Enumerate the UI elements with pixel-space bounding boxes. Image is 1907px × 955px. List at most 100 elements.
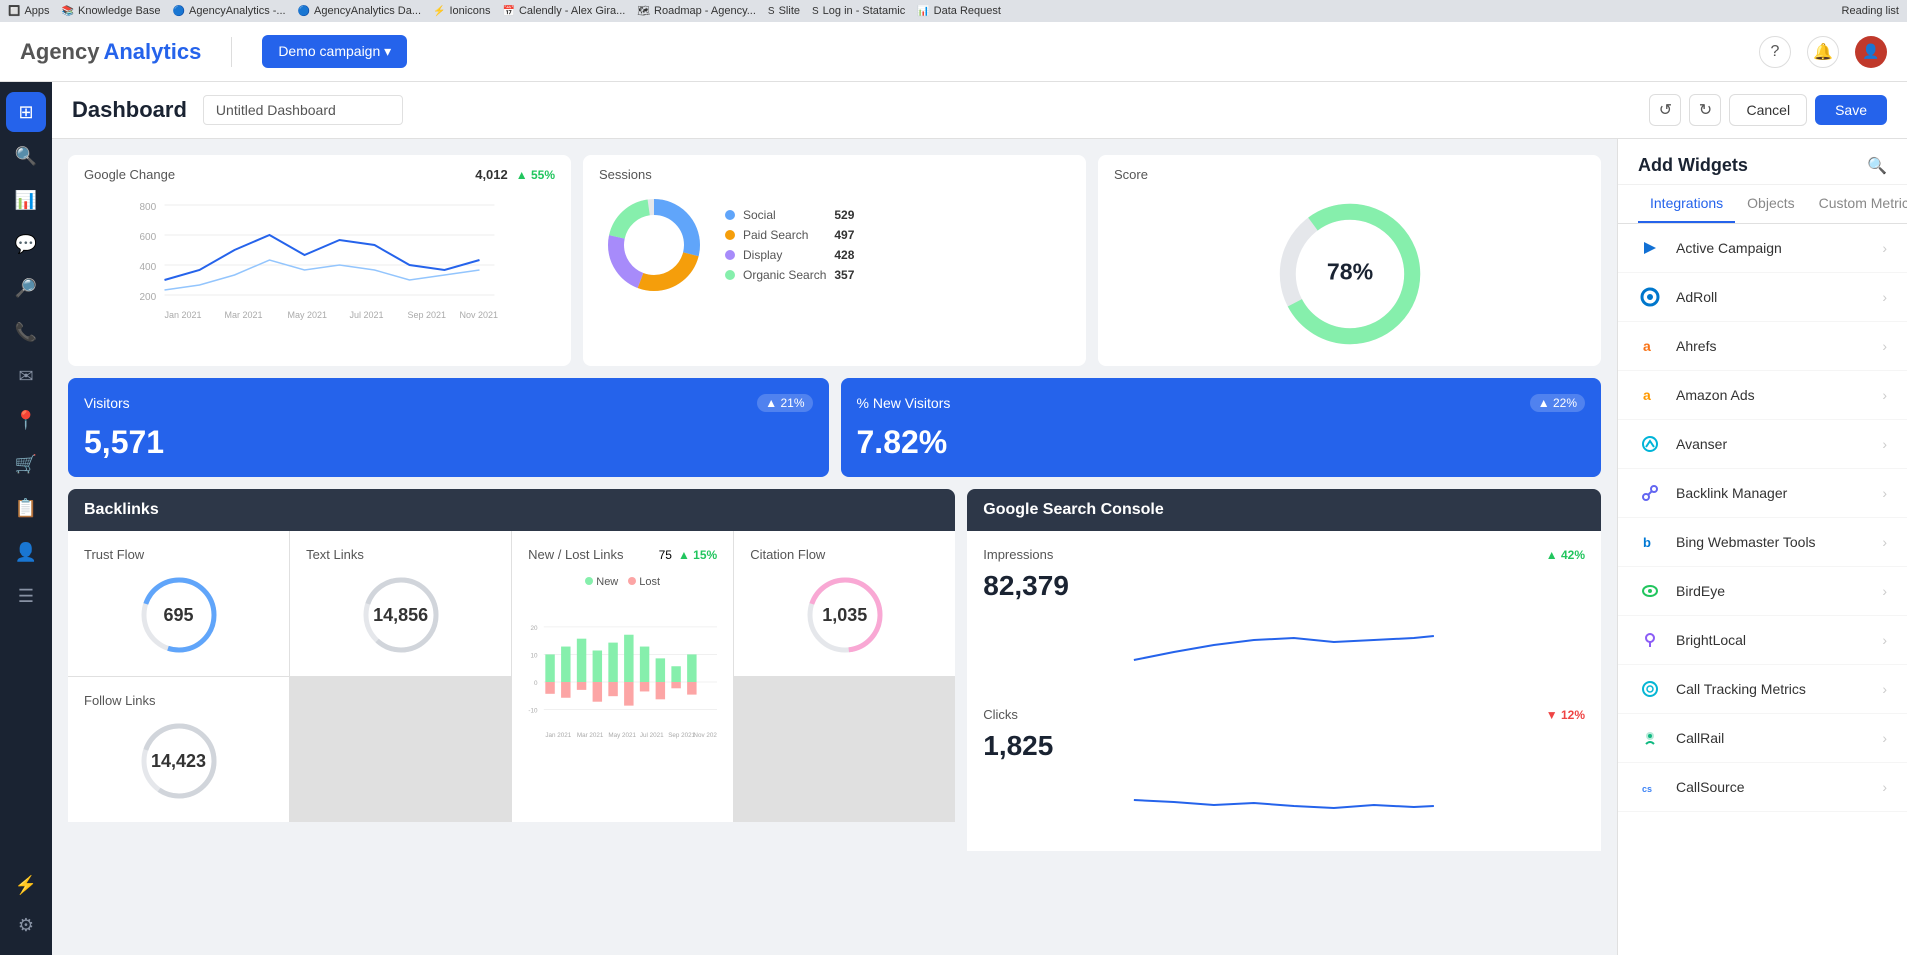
svg-text:200: 200	[140, 292, 157, 303]
sessions-card: Sessions	[583, 155, 1086, 366]
sidebar-item-messages[interactable]: 💬	[6, 224, 46, 264]
legend-paid-label: Paid Search	[743, 228, 808, 242]
integration-avanser[interactable]: Avanser ›	[1618, 420, 1907, 469]
widgets-search-icon[interactable]: 🔍	[1867, 156, 1887, 176]
redo-button[interactable]: ↻	[1689, 94, 1721, 126]
browser-tab-roadmap[interactable]: 🗺 Roadmap - Agency...	[637, 5, 756, 17]
integration-adroll[interactable]: AdRoll ›	[1618, 273, 1907, 322]
svg-text:Mar 2021: Mar 2021	[577, 732, 604, 739]
sidebar-item-commerce[interactable]: 🛒	[6, 444, 46, 484]
bing-chevron: ›	[1882, 534, 1887, 550]
browser-tab-slite[interactable]: S Slite	[768, 5, 800, 17]
save-button[interactable]: Save	[1815, 95, 1887, 125]
browser-tab-aa2[interactable]: 🔵 AgencyAnalytics Da...	[298, 5, 421, 17]
follow-links-circle: 14,423	[134, 716, 224, 806]
undo-button[interactable]: ↺	[1649, 94, 1681, 126]
new-lost-value: 75	[659, 548, 672, 562]
new-visitors-card: % New Visitors ▲ 22% 7.82%	[841, 378, 1602, 477]
integration-active-campaign[interactable]: Active Campaign ›	[1618, 224, 1907, 273]
browser-tab-datarequest[interactable]: 📊 Data Request	[917, 5, 1001, 17]
sidebar-item-flash[interactable]: ⚡	[6, 865, 46, 905]
sidebar-item-calls[interactable]: 📞	[6, 312, 46, 352]
browser-tab-calendly[interactable]: 📅 Calendly - Alex Gira...	[502, 5, 625, 17]
integration-ahrefs[interactable]: a Ahrefs ›	[1618, 322, 1907, 371]
integration-bing[interactable]: b Bing Webmaster Tools ›	[1618, 518, 1907, 567]
sidebar-item-analytics[interactable]: 🔎	[6, 268, 46, 308]
google-change-value: 4,012	[475, 167, 508, 182]
legend-display-value: 428	[834, 248, 854, 262]
new-lost-chart: 20 10 0 -10	[528, 602, 717, 762]
demo-campaign-button[interactable]: Demo campaign ▾	[262, 35, 407, 68]
svg-text:Jul 2021: Jul 2021	[640, 732, 664, 739]
browser-tab-statamic[interactable]: S Log in - Statamic	[812, 5, 905, 17]
callrail-icon	[1638, 726, 1662, 750]
svg-text:800: 800	[140, 202, 157, 213]
browser-tab-aa1[interactable]: 🔵 AgencyAnalytics -...	[173, 5, 286, 17]
active-campaign-chevron: ›	[1882, 240, 1887, 256]
content-area: Dashboard ↺ ↻ Cancel Save	[52, 82, 1907, 955]
integration-callrail[interactable]: CallRail ›	[1618, 714, 1907, 763]
birdeye-chevron: ›	[1882, 583, 1887, 599]
gsc-impressions-card: Impressions ▲ 42% 82,379	[967, 531, 1601, 691]
sidebar-item-settings[interactable]: ⚙	[6, 905, 46, 945]
ahrefs-icon: a	[1638, 334, 1662, 358]
backlink-manager-chevron: ›	[1882, 485, 1887, 501]
notifications-button[interactable]: 🔔	[1807, 36, 1839, 68]
gsc-clicks-badge: ▼ 12%	[1546, 708, 1585, 722]
amazon-name: Amazon Ads	[1676, 387, 1868, 403]
svg-text:cs: cs	[1642, 784, 1652, 794]
impressions-chart	[983, 610, 1585, 670]
follow-links-value: 14,423	[134, 716, 224, 806]
integration-callsource[interactable]: cs CallSource ›	[1618, 763, 1907, 812]
integration-birdeye[interactable]: BirdEye ›	[1618, 567, 1907, 616]
svg-text:May 2021: May 2021	[288, 310, 328, 320]
backlinks-header: Backlinks	[68, 489, 955, 531]
citation-flow-circle: 1,035	[800, 570, 890, 660]
trust-flow-circle: 695	[134, 570, 224, 660]
sidebar-item-local[interactable]: 📍	[6, 400, 46, 440]
header-actions: ↺ ↻ Cancel Save	[1649, 94, 1887, 126]
logo-divider	[231, 37, 232, 67]
cancel-button[interactable]: Cancel	[1729, 94, 1807, 126]
visitors-card: Visitors ▲ 21% 5,571	[68, 378, 829, 477]
sidebar-item-dashboard[interactable]: ⊞	[6, 92, 46, 132]
legend-organic-label: Organic Search	[743, 268, 826, 282]
integration-backlink-manager[interactable]: Backlink Manager ›	[1618, 469, 1907, 518]
help-button[interactable]: ?	[1759, 36, 1791, 68]
tab-objects[interactable]: Objects	[1735, 185, 1806, 223]
tab-custom-metrics[interactable]: Custom Metrics	[1807, 185, 1907, 223]
google-change-badge: ▲ 55%	[516, 168, 555, 182]
sidebar-item-email[interactable]: ✉	[6, 356, 46, 396]
new-visitors-badge: ▲ 22%	[1530, 394, 1585, 412]
sidebar-item-menu[interactable]: ☰	[6, 576, 46, 616]
integration-brightlocal[interactable]: BrightLocal ›	[1618, 616, 1907, 665]
svg-text:400: 400	[140, 262, 157, 273]
svg-text:May 2021: May 2021	[608, 732, 636, 739]
gsc-impressions-value: 82,379	[983, 570, 1585, 602]
sidebar-item-reports[interactable]: 📊	[6, 180, 46, 220]
sidebar-item-users[interactable]: 👤	[6, 532, 46, 572]
callsource-name: CallSource	[1676, 779, 1868, 795]
browser-tab-knowledge[interactable]: 📚 Knowledge Base	[62, 5, 161, 17]
legend-social-label: Social	[743, 208, 776, 222]
browser-tab-ionicons[interactable]: ⚡ Ionicons	[433, 5, 490, 17]
widgets-tabs: Integrations Objects Custom Metrics Goal…	[1618, 185, 1907, 224]
svg-text:600: 600	[140, 232, 157, 243]
sidebar-item-search[interactable]: 🔍	[6, 136, 46, 176]
reading-list-btn[interactable]: Reading list	[1842, 5, 1899, 17]
sidebar-item-boards[interactable]: 📋	[6, 488, 46, 528]
integration-call-tracking-metrics[interactable]: Call Tracking Metrics ›	[1618, 665, 1907, 714]
text-links-value: 14,856	[356, 570, 446, 660]
user-avatar[interactable]: 👤	[1855, 36, 1887, 68]
tab-integrations[interactable]: Integrations	[1638, 185, 1735, 223]
sessions-donut	[599, 190, 709, 300]
legend-display-label: Display	[743, 248, 782, 262]
gsc-impressions-label: Impressions	[983, 547, 1053, 562]
integration-amazon[interactable]: a Amazon Ads ›	[1618, 371, 1907, 420]
browser-tab-apps[interactable]: 🔲 Apps	[8, 5, 50, 17]
gsc-clicks-card: Clicks ▼ 12% 1,825	[967, 691, 1601, 851]
dashboard-name-input[interactable]	[203, 95, 403, 125]
svg-text:Mar 2021: Mar 2021	[225, 310, 263, 320]
google-change-label: Google Change	[84, 167, 175, 182]
gsc-clicks-value: 1,825	[983, 730, 1585, 762]
